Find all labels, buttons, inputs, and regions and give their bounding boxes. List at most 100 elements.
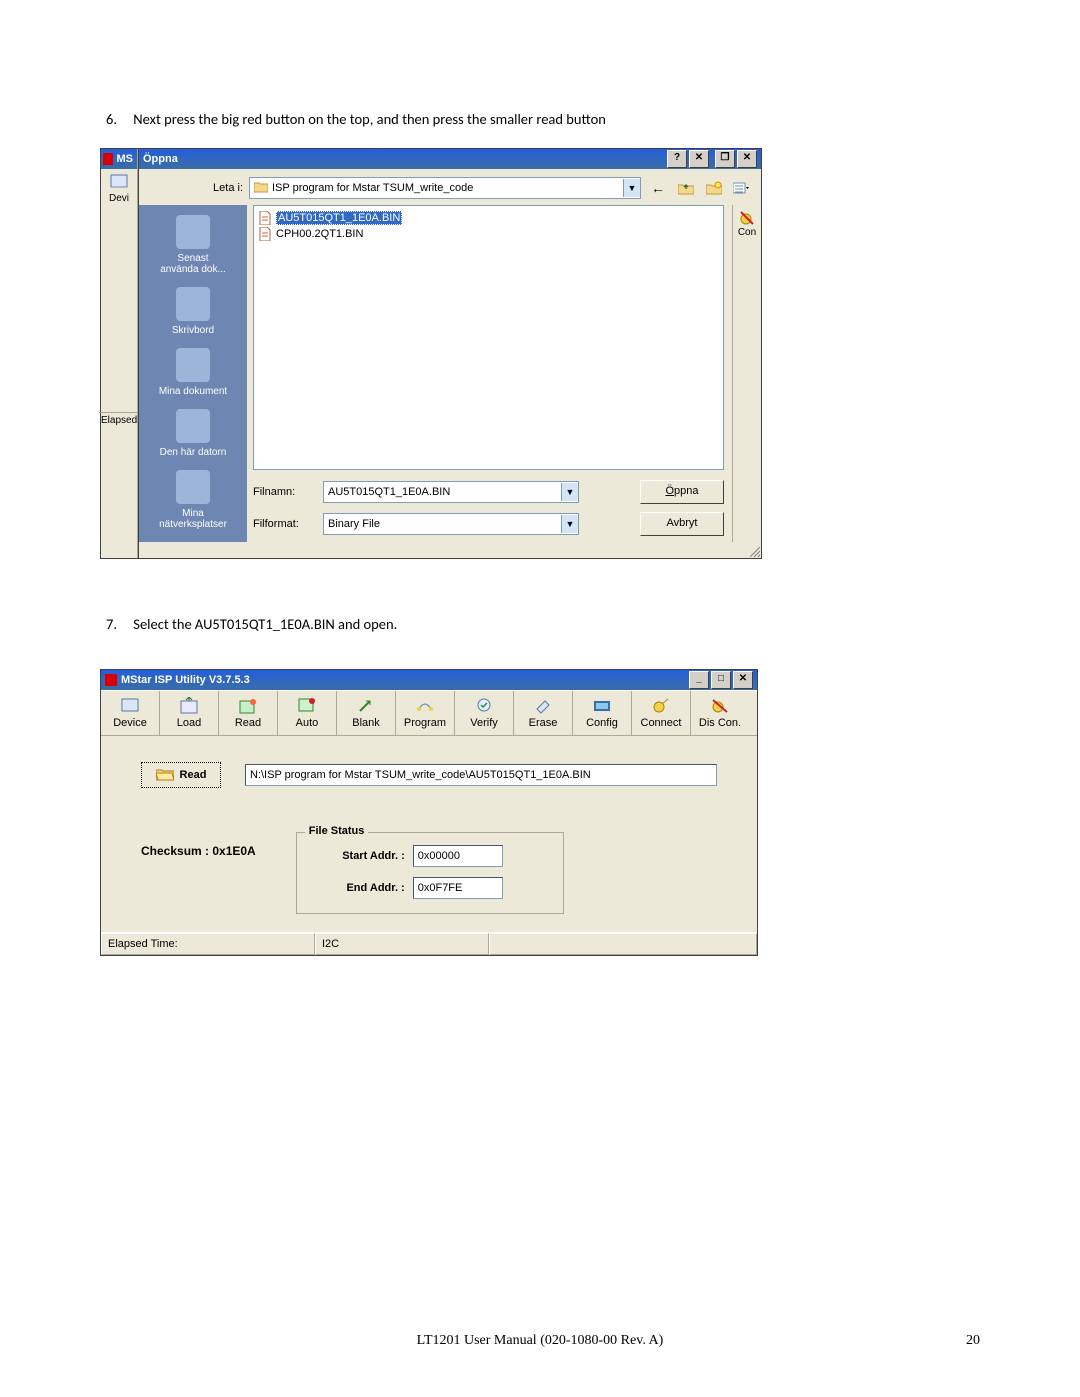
device-icon — [120, 697, 140, 715]
footer-text: LT1201 User Manual (020-1080-00 Rev. A) — [417, 1333, 664, 1349]
toolbar-auto[interactable]: Auto — [278, 691, 337, 735]
restore-main-button[interactable]: ❐ — [715, 150, 735, 168]
desktop-icon — [176, 287, 210, 321]
end-addr-label: End Addr. : — [315, 882, 405, 894]
path-field[interactable]: N:\ISP program for Mstar TSUM_write_code… — [245, 764, 717, 786]
file-item-selected[interactable]: AU5T015QT1_1E0A.BIN — [258, 210, 719, 226]
dropdown-arrow-icon[interactable]: ▼ — [561, 515, 578, 533]
up-one-level-button[interactable] — [675, 177, 697, 199]
place-desktop[interactable]: Skrivbord — [172, 287, 214, 336]
start-addr-field[interactable]: 0x00000 — [413, 845, 503, 867]
dropdown-arrow-icon[interactable]: ▼ — [623, 179, 640, 197]
toolbar-verify[interactable]: Verify — [455, 691, 514, 735]
program-icon — [415, 697, 435, 715]
start-addr-label: Start Addr. : — [315, 850, 405, 862]
filetype-label: Filformat: — [253, 518, 313, 530]
computer-icon — [176, 409, 210, 443]
file-item[interactable]: CPH00.2QT1.BIN — [258, 226, 719, 242]
toolbar-read[interactable]: Read — [219, 691, 278, 735]
status-bar: Elapsed Time: I2C — [101, 932, 757, 955]
open-dialog-title: Öppna — [143, 153, 178, 165]
lookin-value: ISP program for Mstar TSUM_write_code — [272, 182, 473, 194]
filename-combo[interactable]: AU5T015QT1_1E0A.BIN ▼ — [323, 481, 579, 503]
toolbar-load[interactable]: Load — [160, 691, 219, 735]
resize-grip[interactable] — [745, 542, 761, 558]
place-recent[interactable]: Senast använda dok... — [160, 215, 226, 275]
file-icon — [258, 211, 272, 225]
mydocs-icon — [176, 348, 210, 382]
help-button[interactable]: ? — [667, 150, 687, 168]
con-label-fragment: Con — [738, 227, 756, 238]
view-menu-button[interactable] — [731, 177, 753, 199]
load-icon — [179, 697, 199, 715]
network-icon — [176, 470, 210, 504]
filetype-value: Binary File — [328, 518, 380, 530]
page-number: 20 — [966, 1333, 980, 1349]
text-7: Select the AU5T015QT1_1E0A.BIN and open. — [133, 615, 397, 633]
read-icon — [238, 697, 258, 715]
close-main-button[interactable]: ✕ — [737, 150, 757, 168]
device-icon — [109, 173, 129, 191]
maximize-button[interactable]: □ — [711, 671, 731, 689]
instruction-6: 6. Next press the big red button on the … — [100, 110, 980, 128]
close-button[interactable]: ✕ — [733, 671, 753, 689]
toolbar-config[interactable]: Config — [573, 691, 632, 735]
toolbar-connect[interactable]: Connect — [632, 691, 691, 735]
screenshot-isp-utility: MStar ISP Utility V3.7.5.3 _ □ ✕ Device … — [100, 669, 758, 956]
filename-label: Filnamn: — [253, 486, 313, 498]
open-folder-icon — [156, 767, 174, 784]
status-empty — [489, 933, 757, 955]
config-icon — [592, 697, 612, 715]
toolbar: Device Load Read Auto Blank Program — [101, 690, 757, 736]
instruction-7: 7. Select the AU5T015QT1_1E0A.BIN and op… — [100, 615, 980, 633]
connect-icon — [651, 697, 671, 715]
elapsed-label-fragment: Elapsed — [99, 412, 139, 428]
end-addr-field[interactable]: 0x0F7FE — [413, 877, 503, 899]
lookin-dropdown[interactable]: ISP program for Mstar TSUM_write_code ▼ — [249, 177, 641, 199]
places-bar: Senast använda dok... Skrivbord Mina dok… — [139, 205, 247, 542]
folder-icon — [254, 181, 268, 196]
disconnect-icon — [738, 209, 756, 227]
app-icon — [105, 674, 117, 686]
place-computer[interactable]: Den här datorn — [160, 409, 227, 458]
device-label-fragment: Devi — [109, 193, 129, 204]
file-list[interactable]: AU5T015QT1_1E0A.BIN CPH00.2QT1.BIN — [253, 205, 724, 470]
minimize-button[interactable]: _ — [689, 671, 709, 689]
file-status-group: File Status Start Addr. : 0x00000 End Ad… — [296, 832, 564, 914]
close-dialog-button[interactable]: ✕ — [689, 150, 709, 168]
read-button[interactable]: Read — [141, 762, 221, 788]
status-elapsed: Elapsed Time: — [101, 933, 315, 955]
screenshot-open-dialog: MS Devi Elapsed Öppna ? — [100, 148, 762, 559]
file-status-title: File Status — [305, 825, 369, 837]
toolbar-device[interactable]: Device — [101, 691, 160, 735]
cancel-button[interactable]: Avbryt — [640, 512, 724, 536]
toolbar-program[interactable]: Program — [396, 691, 455, 735]
disconnect-icon — [710, 697, 730, 715]
erase-icon — [533, 697, 553, 715]
checksum-label: Checksum : 0x1E0A — [141, 816, 256, 858]
toolbar-blank[interactable]: Blank — [337, 691, 396, 735]
verify-icon — [474, 697, 494, 715]
dropdown-arrow-icon[interactable]: ▼ — [561, 483, 578, 501]
new-folder-button[interactable] — [703, 177, 725, 199]
page-footer: LT1201 User Manual (020-1080-00 Rev. A) … — [0, 1333, 1080, 1349]
open-button[interactable]: Öppna — [640, 480, 724, 504]
status-mode: I2C — [315, 933, 489, 955]
text-6: Next press the big red button on the top… — [133, 110, 606, 128]
main-title-fragment: MS — [117, 153, 134, 165]
toolbar-erase[interactable]: Erase — [514, 691, 573, 735]
number-7: 7. — [106, 615, 130, 633]
auto-icon — [297, 697, 317, 715]
app-icon — [103, 153, 113, 165]
place-network[interactable]: Mina nätverksplatser — [159, 470, 227, 530]
isp-title: MStar ISP Utility V3.7.5.3 — [121, 674, 250, 686]
filename-value: AU5T015QT1_1E0A.BIN — [328, 486, 450, 498]
number-6: 6. — [106, 110, 130, 128]
toolbar-disconnect[interactable]: Dis Con. — [691, 691, 749, 735]
place-mydocs[interactable]: Mina dokument — [159, 348, 227, 397]
blank-icon — [356, 697, 376, 715]
file-icon — [258, 227, 272, 241]
recent-docs-icon — [176, 215, 210, 249]
back-button[interactable]: ← — [647, 177, 669, 199]
filetype-combo[interactable]: Binary File ▼ — [323, 513, 579, 535]
